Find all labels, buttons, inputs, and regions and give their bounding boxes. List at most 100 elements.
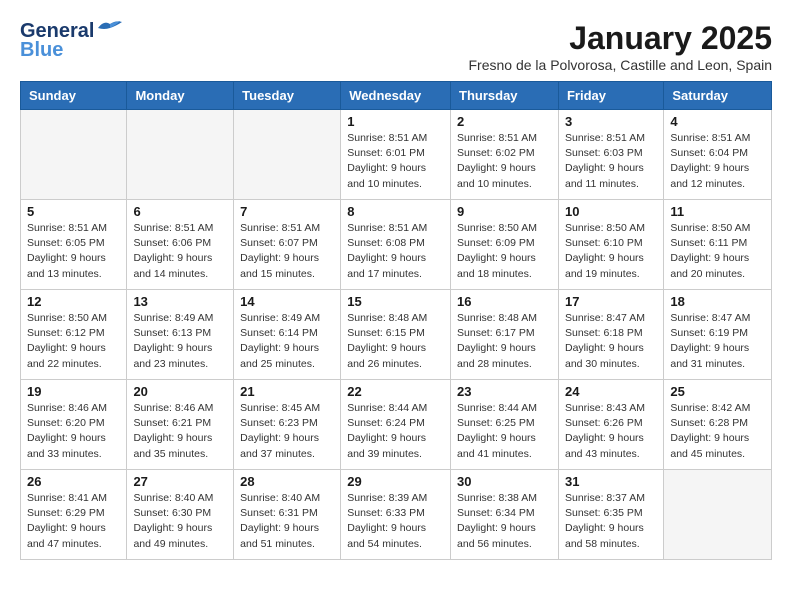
day-info: Sunrise: 8:50 AMSunset: 6:11 PMDaylight:… [670, 221, 765, 282]
calendar-cell: 20 Sunrise: 8:46 AMSunset: 6:21 PMDayligh… [127, 380, 234, 470]
day-number: 27 [133, 474, 227, 489]
calendar-cell: 16 Sunrise: 8:48 AMSunset: 6:17 PMDayligh… [451, 290, 559, 380]
day-number: 18 [670, 294, 765, 309]
day-info: Sunrise: 8:49 AMSunset: 6:14 PMDaylight:… [240, 311, 334, 372]
day-info: Sunrise: 8:47 AMSunset: 6:18 PMDaylight:… [565, 311, 657, 372]
day-info: Sunrise: 8:51 AMSunset: 6:02 PMDaylight:… [457, 131, 552, 192]
weekday-header-wednesday: Wednesday [341, 82, 451, 110]
day-info: Sunrise: 8:48 AMSunset: 6:15 PMDaylight:… [347, 311, 444, 372]
day-number: 22 [347, 384, 444, 399]
day-number: 23 [457, 384, 552, 399]
day-info: Sunrise: 8:41 AMSunset: 6:29 PMDaylight:… [27, 491, 120, 552]
calendar-cell: 13 Sunrise: 8:49 AMSunset: 6:13 PMDayligh… [127, 290, 234, 380]
logo-blue-text: Blue [20, 39, 63, 62]
day-info: Sunrise: 8:51 AMSunset: 6:01 PMDaylight:… [347, 131, 444, 192]
calendar-week-row: 5 Sunrise: 8:51 AMSunset: 6:05 PMDaylight… [21, 200, 772, 290]
day-info: Sunrise: 8:51 AMSunset: 6:08 PMDaylight:… [347, 221, 444, 282]
logo-bird-icon [96, 18, 124, 38]
day-number: 2 [457, 114, 552, 129]
calendar-header-row: SundayMondayTuesdayWednesdayThursdayFrid… [21, 82, 772, 110]
day-number: 7 [240, 204, 334, 219]
title-area: January 2025 Fresno de la Polvorosa, Cas… [468, 20, 772, 73]
calendar-week-row: 19Sunrise: 8:46 AMSunset: 6:20 PMDayligh… [21, 380, 772, 470]
calendar-cell: 8 Sunrise: 8:51 AMSunset: 6:08 PMDaylight… [341, 200, 451, 290]
day-info: Sunrise: 8:51 AMSunset: 6:03 PMDaylight:… [565, 131, 657, 192]
calendar-cell: 11Sunrise: 8:50 AMSunset: 6:11 PMDayligh… [664, 200, 772, 290]
day-number: 24 [565, 384, 657, 399]
day-number: 19 [27, 384, 120, 399]
day-info: Sunrise: 8:39 AMSunset: 6:33 PMDaylight:… [347, 491, 444, 552]
day-number: 9 [457, 204, 552, 219]
day-info: Sunrise: 8:51 AMSunset: 6:04 PMDaylight:… [670, 131, 765, 192]
day-info: Sunrise: 8:49 AMSunset: 6:13 PMDaylight:… [133, 311, 227, 372]
day-number: 15 [347, 294, 444, 309]
day-info: Sunrise: 8:47 AMSunset: 6:19 PMDaylight:… [670, 311, 765, 372]
weekday-header-thursday: Thursday [451, 82, 559, 110]
day-number: 29 [347, 474, 444, 489]
calendar-cell: 9 Sunrise: 8:50 AMSunset: 6:09 PMDaylight… [451, 200, 559, 290]
calendar-cell [234, 110, 341, 200]
calendar-cell: 14 Sunrise: 8:49 AMSunset: 6:14 PMDayligh… [234, 290, 341, 380]
header: General Blue January 2025 Fresno de la P… [20, 20, 772, 73]
calendar-cell: 19Sunrise: 8:46 AMSunset: 6:20 PMDayligh… [21, 380, 127, 470]
day-number: 13 [133, 294, 227, 309]
day-info: Sunrise: 8:51 AMSunset: 6:07 PMDaylight:… [240, 221, 334, 282]
day-number: 26 [27, 474, 120, 489]
month-title: January 2025 [468, 20, 772, 57]
calendar-cell: 26 Sunrise: 8:41 AMSunset: 6:29 PMDayligh… [21, 470, 127, 560]
day-info: Sunrise: 8:50 AMSunset: 6:10 PMDaylight:… [565, 221, 657, 282]
day-info: Sunrise: 8:51 AMSunset: 6:05 PMDaylight:… [27, 221, 120, 282]
day-info: Sunrise: 8:40 AMSunset: 6:30 PMDaylight:… [133, 491, 227, 552]
calendar-week-row: 1Sunrise: 8:51 AMSunset: 6:01 PMDaylight… [21, 110, 772, 200]
calendar-cell: 27 Sunrise: 8:40 AMSunset: 6:30 PMDayligh… [127, 470, 234, 560]
day-number: 5 [27, 204, 120, 219]
day-info: Sunrise: 8:46 AMSunset: 6:21 PMDaylight:… [133, 401, 227, 462]
calendar-cell: 3Sunrise: 8:51 AMSunset: 6:03 PMDaylight… [558, 110, 663, 200]
location-subtitle: Fresno de la Polvorosa, Castille and Leo… [468, 57, 772, 73]
day-number: 31 [565, 474, 657, 489]
calendar-cell: 29 Sunrise: 8:39 AMSunset: 6:33 PMDayligh… [341, 470, 451, 560]
day-info: Sunrise: 8:48 AMSunset: 6:17 PMDaylight:… [457, 311, 552, 372]
calendar-cell: 4 Sunrise: 8:51 AMSunset: 6:04 PMDaylight… [664, 110, 772, 200]
day-number: 25 [670, 384, 765, 399]
day-number: 16 [457, 294, 552, 309]
day-number: 21 [240, 384, 334, 399]
day-info: Sunrise: 8:44 AMSunset: 6:24 PMDaylight:… [347, 401, 444, 462]
calendar-week-row: 26 Sunrise: 8:41 AMSunset: 6:29 PMDayligh… [21, 470, 772, 560]
calendar-cell: 23Sunrise: 8:44 AMSunset: 6:25 PMDayligh… [451, 380, 559, 470]
day-number: 17 [565, 294, 657, 309]
day-number: 28 [240, 474, 334, 489]
day-info: Sunrise: 8:37 AMSunset: 6:35 PMDaylight:… [565, 491, 657, 552]
calendar-cell [664, 470, 772, 560]
day-info: Sunrise: 8:50 AMSunset: 6:09 PMDaylight:… [457, 221, 552, 282]
day-info: Sunrise: 8:40 AMSunset: 6:31 PMDaylight:… [240, 491, 334, 552]
calendar-cell: 6 Sunrise: 8:51 AMSunset: 6:06 PMDaylight… [127, 200, 234, 290]
calendar-week-row: 12Sunrise: 8:50 AMSunset: 6:12 PMDayligh… [21, 290, 772, 380]
weekday-header-tuesday: Tuesday [234, 82, 341, 110]
calendar-cell: 31 Sunrise: 8:37 AMSunset: 6:35 PMDayligh… [558, 470, 663, 560]
day-number: 6 [133, 204, 227, 219]
day-number: 8 [347, 204, 444, 219]
calendar-cell: 21 Sunrise: 8:45 AMSunset: 6:23 PMDayligh… [234, 380, 341, 470]
calendar-cell: 10Sunrise: 8:50 AMSunset: 6:10 PMDayligh… [558, 200, 663, 290]
calendar-cell: 12Sunrise: 8:50 AMSunset: 6:12 PMDayligh… [21, 290, 127, 380]
day-info: Sunrise: 8:43 AMSunset: 6:26 PMDaylight:… [565, 401, 657, 462]
day-info: Sunrise: 8:45 AMSunset: 6:23 PMDaylight:… [240, 401, 334, 462]
logo: General Blue [20, 20, 124, 62]
day-info: Sunrise: 8:42 AMSunset: 6:28 PMDaylight:… [670, 401, 765, 462]
calendar-cell: 28 Sunrise: 8:40 AMSunset: 6:31 PMDayligh… [234, 470, 341, 560]
calendar-table: SundayMondayTuesdayWednesdayThursdayFrid… [20, 81, 772, 560]
calendar-cell: 7 Sunrise: 8:51 AMSunset: 6:07 PMDaylight… [234, 200, 341, 290]
day-number: 4 [670, 114, 765, 129]
calendar-cell [21, 110, 127, 200]
day-info: Sunrise: 8:50 AMSunset: 6:12 PMDaylight:… [27, 311, 120, 372]
day-number: 14 [240, 294, 334, 309]
calendar-cell: 17 Sunrise: 8:47 AMSunset: 6:18 PMDayligh… [558, 290, 663, 380]
day-number: 20 [133, 384, 227, 399]
day-info: Sunrise: 8:51 AMSunset: 6:06 PMDaylight:… [133, 221, 227, 282]
calendar-cell: 22 Sunrise: 8:44 AMSunset: 6:24 PMDayligh… [341, 380, 451, 470]
calendar-cell: 15 Sunrise: 8:48 AMSunset: 6:15 PMDayligh… [341, 290, 451, 380]
weekday-header-monday: Monday [127, 82, 234, 110]
calendar-cell: 25 Sunrise: 8:42 AMSunset: 6:28 PMDayligh… [664, 380, 772, 470]
calendar-cell: 24 Sunrise: 8:43 AMSunset: 6:26 PMDayligh… [558, 380, 663, 470]
